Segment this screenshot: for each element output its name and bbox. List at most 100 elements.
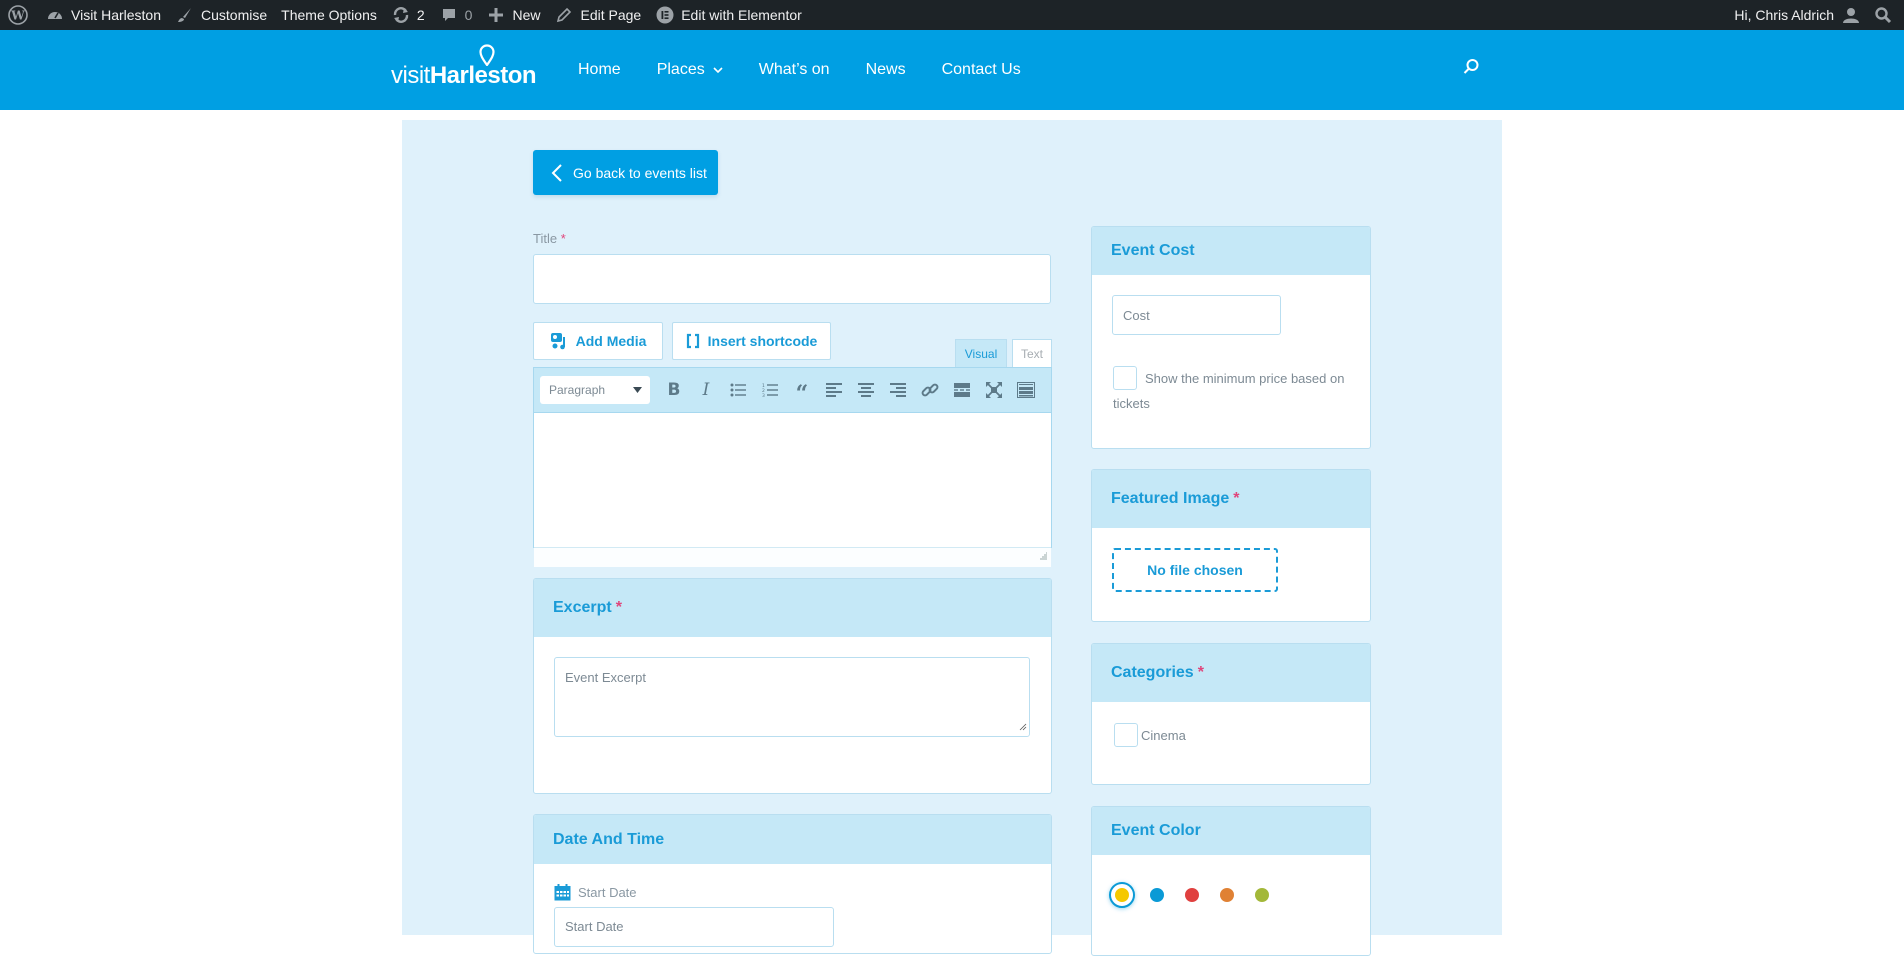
required-mark: * <box>615 599 622 616</box>
new-label: New <box>512 7 541 23</box>
back-to-events-button[interactable]: Go back to events list <box>533 150 718 195</box>
edit-page-link[interactable]: Edit Page <box>547 0 648 30</box>
align-left-button[interactable] <box>818 375 850 405</box>
edit-elementor-label: Edit with Elementor <box>681 7 802 23</box>
elementor-icon <box>655 5 675 25</box>
title-input[interactable] <box>533 254 1051 304</box>
tab-text[interactable]: Text <box>1012 339 1052 367</box>
color-swatch[interactable] <box>1115 888 1129 902</box>
wp-logo-menu[interactable]: W <box>0 0 38 30</box>
new-content-menu[interactable]: New <box>479 0 547 30</box>
tab-visual[interactable]: Visual <box>955 339 1007 367</box>
updates-icon <box>391 5 411 25</box>
header-search-button[interactable] <box>1462 58 1484 80</box>
site-name-menu[interactable]: Visit Harleston <box>38 0 168 30</box>
bulleted-list-button[interactable] <box>722 375 754 405</box>
file-status-text: No file chosen <box>1147 562 1243 578</box>
customise-link[interactable]: Customise <box>168 0 274 30</box>
textarea-resize-icon[interactable] <box>1019 719 1027 734</box>
edit-elementor-link[interactable]: Edit with Elementor <box>648 0 809 30</box>
nav-home[interactable]: Home <box>560 61 639 79</box>
featured-image-heading: Featured Image <box>1111 490 1230 507</box>
color-swatch[interactable] <box>1220 888 1234 902</box>
admin-search-button[interactable] <box>1867 0 1904 30</box>
site-logo[interactable]: visit Harleston <box>391 44 537 90</box>
search-icon <box>1462 58 1480 76</box>
start-date-placeholder: Start Date <box>565 919 624 934</box>
color-swatch[interactable] <box>1185 888 1199 902</box>
excerpt-heading: Excerpt <box>553 599 612 616</box>
cost-placeholder: Cost <box>1123 307 1150 323</box>
align-center-icon <box>858 383 874 397</box>
map-pin-icon <box>479 44 495 71</box>
nav-contact-label: Contact Us <box>941 61 1021 78</box>
edit-page-label: Edit Page <box>580 7 642 23</box>
blockquote-button[interactable]: “ <box>786 375 818 405</box>
main-nav: Home Places What’s on News Contact Us <box>560 30 1039 110</box>
italic-icon: I <box>702 380 710 400</box>
italic-button[interactable]: I <box>690 375 722 405</box>
theme-options-link[interactable]: Theme Options <box>274 0 384 30</box>
excerpt-placeholder: Event Excerpt <box>565 670 646 685</box>
align-right-button[interactable] <box>882 375 914 405</box>
nav-places-label: Places <box>656 61 705 78</box>
paintbrush-icon <box>175 5 195 25</box>
toolbar-toggle-button[interactable] <box>1010 375 1042 405</box>
nav-contact-us[interactable]: Contact Us <box>924 61 1039 79</box>
cost-input[interactable]: Cost <box>1112 295 1281 335</box>
nav-home-label: Home <box>578 61 621 78</box>
start-date-input[interactable]: Start Date <box>554 907 834 947</box>
comments-link[interactable]: 0 <box>432 0 480 30</box>
align-left-icon <box>826 383 842 397</box>
updates-link[interactable]: 2 <box>384 0 432 30</box>
bulleted-list-icon <box>730 383 746 397</box>
start-date-label: Start Date <box>578 885 637 900</box>
read-more-button[interactable] <box>946 375 978 405</box>
event-color-box: Event Color <box>1091 806 1371 956</box>
required-mark: * <box>1197 664 1204 681</box>
excerpt-textarea[interactable]: Event Excerpt <box>554 657 1030 737</box>
featured-image-chooser[interactable]: No file chosen <box>1112 548 1278 592</box>
add-media-button[interactable]: Add Media <box>533 322 663 360</box>
min-price-label-text: Show the minimum price based on tickets <box>1113 371 1345 411</box>
format-select[interactable]: Paragraph <box>540 376 650 404</box>
content-editor[interactable] <box>533 413 1052 548</box>
categories-box: Categories * <box>1091 643 1371 785</box>
insert-link-button[interactable] <box>914 375 946 405</box>
categories-heading: Categories <box>1111 664 1194 681</box>
event-color-header: Event Color <box>1092 807 1370 855</box>
bold-button[interactable]: B <box>658 375 690 405</box>
wordpress-logo-icon: W <box>8 5 28 25</box>
align-center-button[interactable] <box>850 375 882 405</box>
category-cinema-checkbox[interactable] <box>1114 723 1138 747</box>
resize-handle-icon[interactable] <box>1038 547 1048 565</box>
keyboard-icon <box>1017 382 1035 398</box>
tab-text-label: Text <box>1020 346 1043 361</box>
insert-shortcode-button[interactable]: Insert shortcode <box>672 322 831 360</box>
plus-icon <box>486 5 506 25</box>
my-account-menu[interactable]: Hi, Chris Aldrich <box>1727 0 1867 30</box>
fullscreen-icon <box>986 382 1002 398</box>
nav-places[interactable]: Places <box>639 61 741 79</box>
pencil-icon <box>554 5 574 25</box>
editor-statusbar <box>534 547 1051 567</box>
fullscreen-button[interactable] <box>978 375 1010 405</box>
event-cost-header: Event Cost <box>1092 227 1370 275</box>
align-right-icon <box>890 383 906 397</box>
numbered-list-button[interactable]: 123 <box>754 375 786 405</box>
wp-admin-bar: W Visit Harleston Customise Theme Option… <box>0 0 1904 30</box>
updates-count: 2 <box>416 7 425 23</box>
category-cinema-label-text: Cinema <box>1141 728 1186 743</box>
format-select-value: Paragraph <box>549 383 606 397</box>
color-swatch[interactable] <box>1150 888 1164 902</box>
editor-toolbar: Paragraph B I 123 “ <box>533 367 1052 413</box>
nav-news[interactable]: News <box>848 61 924 79</box>
comment-icon <box>439 5 459 25</box>
link-icon <box>921 383 939 397</box>
required-mark: * <box>1233 490 1240 507</box>
nav-whats-on[interactable]: What’s on <box>741 61 848 79</box>
featured-image-box: Featured Image * <box>1091 469 1371 622</box>
insert-shortcode-label: Insert shortcode <box>707 333 818 349</box>
color-swatch[interactable] <box>1255 888 1269 902</box>
theme-options-label: Theme Options <box>281 7 377 23</box>
